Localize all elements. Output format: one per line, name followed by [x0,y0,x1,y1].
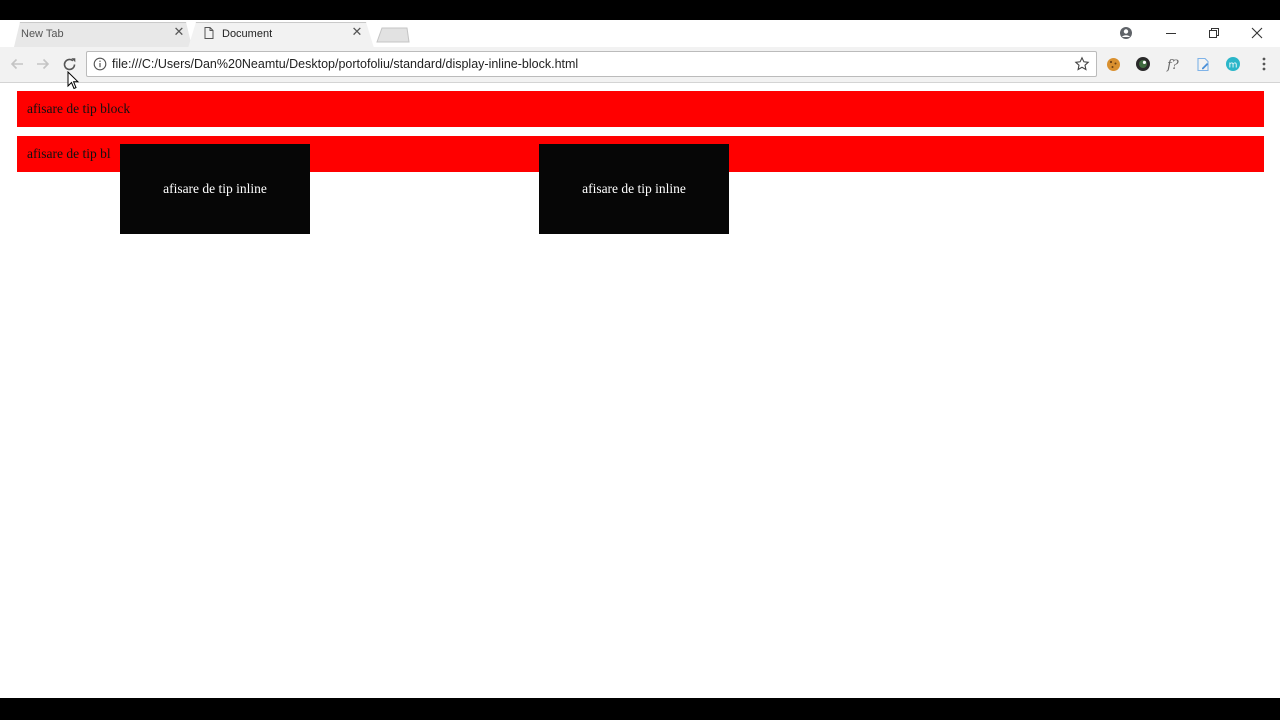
mouse-cursor-icon [67,71,79,90]
restore-icon[interactable] [1194,20,1234,46]
new-tab-button[interactable] [376,27,410,43]
toolbar: file:///C:/Users/Dan%20Neamtu/Desktop/po… [0,47,1280,83]
cookie-extension-icon[interactable] [1105,56,1121,72]
profile-icon[interactable] [1106,20,1146,46]
back-button[interactable] [9,56,25,72]
star-icon[interactable] [1074,56,1090,72]
svg-text:f?: f? [1166,58,1180,72]
inline-box-1: afisare de tip inline [120,144,310,234]
minimize-icon[interactable] [1151,20,1191,46]
tab-label: New Tab [21,28,64,40]
info-icon[interactable] [93,57,107,71]
pen-extension-icon[interactable] [1195,56,1211,72]
close-icon[interactable]: ✕ [350,25,364,39]
tab-document[interactable]: Document ✕ [188,22,374,47]
block-box-text: afisare de tip bl [27,146,111,161]
forward-button[interactable] [35,56,51,72]
inline-box-text: afisare de tip inline [163,181,267,196]
reload-button[interactable] [61,56,77,72]
window-close-icon[interactable] [1237,20,1277,46]
page-viewport: afisare de tip block afisare de tip bl a… [0,84,1280,698]
address-bar[interactable]: file:///C:/Users/Dan%20Neamtu/Desktop/po… [86,51,1097,77]
inline-box-text: afisare de tip inline [582,181,686,196]
arrow-left-icon [10,58,23,70]
block-box-text: afisare de tip block [27,101,131,116]
close-icon[interactable]: ✕ [172,25,186,39]
browser-window: New Tab ✕ Document ✕ file:///C:/Users/Da… [0,20,1280,698]
url-text: file:///C:/Users/Dan%20Neamtu/Desktop/po… [112,57,579,71]
svg-text:m: m [1229,61,1238,71]
kebab-menu-icon[interactable] [1256,56,1272,72]
tab-strip: New Tab ✕ Document ✕ [0,20,1280,47]
reload-icon [63,57,75,70]
tab-new-tab[interactable]: New Tab ✕ [6,22,192,47]
m-extension-icon[interactable]: m [1225,56,1241,72]
font-extension-icon[interactable]: f? [1165,56,1185,72]
inline-box-2: afisare de tip inline [539,144,729,234]
dark-extension-icon[interactable] [1135,56,1151,72]
document-icon [204,27,214,39]
block-box-1: afisare de tip block [17,91,1264,127]
tab-label: Document [222,28,273,40]
arrow-right-icon [37,58,50,70]
